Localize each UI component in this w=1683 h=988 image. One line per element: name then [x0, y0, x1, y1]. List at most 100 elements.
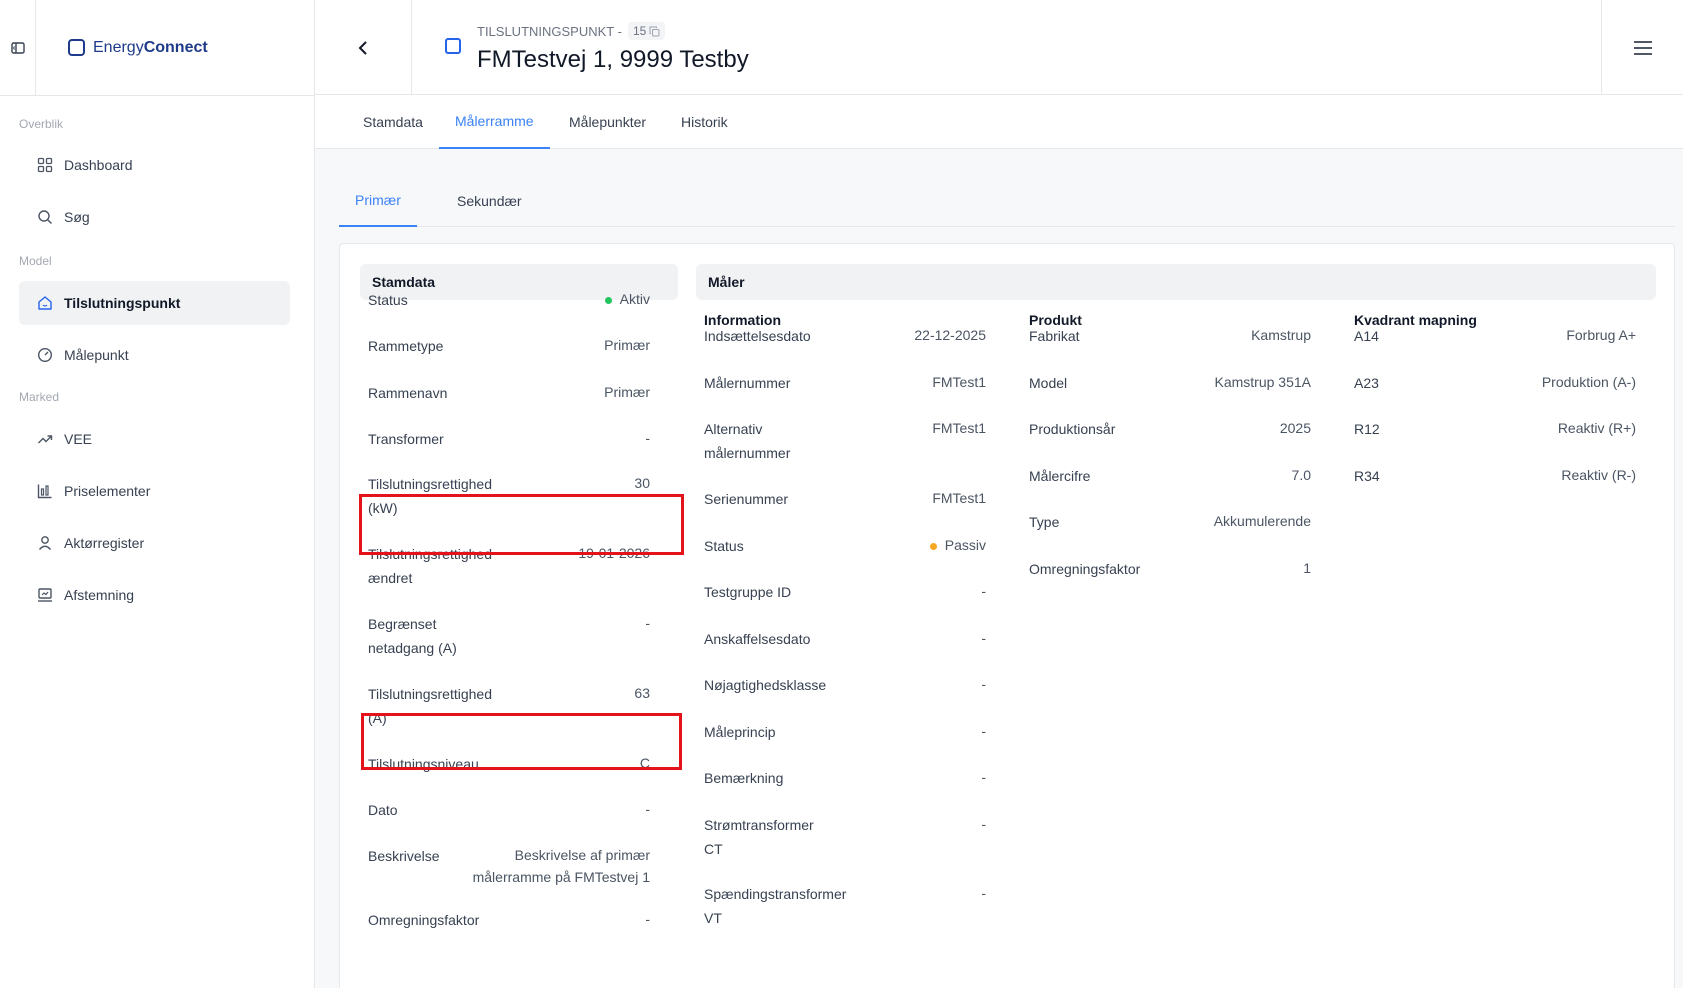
field-label: Produktionsår: [1029, 421, 1116, 437]
field-label: A23: [1354, 375, 1379, 391]
field-row: Strømtransformer CT -: [704, 813, 986, 861]
sidebar-item-maalepunkt[interactable]: Målepunkt: [19, 333, 290, 377]
subtab-primaer[interactable]: Primær: [339, 174, 417, 227]
logo[interactable]: EnergyConnect: [36, 0, 315, 95]
field-row: Dato -: [368, 798, 650, 846]
field-label: Beskrivelse: [368, 848, 440, 864]
field-row: Bemærkning -: [704, 766, 986, 814]
copy-icon: [649, 26, 660, 36]
status-text: Passiv: [944, 537, 986, 553]
field-label: Dato: [368, 802, 398, 818]
reconcile-icon: [36, 586, 54, 604]
field-value: Forbrug A+: [1566, 327, 1636, 343]
field-label: Testgruppe ID: [704, 584, 792, 600]
field-value: Kamstrup 351A: [1214, 374, 1312, 390]
tab-historik[interactable]: Historik: [665, 95, 744, 149]
field-row: Testgruppe ID -: [704, 580, 986, 628]
field-row: Produktionsår 2025: [1029, 417, 1311, 465]
field-row: Rammenavn Primær: [368, 381, 650, 429]
field-value: FMTest1: [932, 374, 986, 390]
field-row: Transformer -: [368, 427, 650, 475]
field-value: Primær: [604, 384, 650, 400]
search-icon: [36, 208, 54, 226]
field-row: R12 Reaktiv (R+): [1354, 417, 1636, 465]
sidebar-item-vee[interactable]: VEE: [19, 417, 290, 461]
field-row: Indsættelsesdato 22-12-2025: [704, 324, 986, 372]
field-value: -: [645, 615, 650, 631]
tab-stamdata[interactable]: Stamdata: [347, 95, 439, 149]
field-value: Aktiv: [604, 288, 650, 310]
sidebar-toggle-button[interactable]: [0, 0, 36, 95]
field-value: -: [981, 676, 986, 692]
field-row: A23 Produktion (A-): [1354, 371, 1636, 419]
field-value: -: [645, 430, 650, 446]
field-row: Model Kamstrup 351A: [1029, 371, 1311, 419]
field-value: Passiv: [929, 534, 986, 556]
field-row: Omregningsfaktor -: [368, 908, 650, 956]
field-value: 2025: [1279, 420, 1311, 436]
field-row: Begrænset netadgang (A) -: [368, 612, 650, 660]
field-label: Målernummer: [704, 375, 791, 391]
field-row: Alternativ målernummer FMTest1: [704, 417, 986, 465]
field-label: Nøjagtighedsklasse: [704, 677, 827, 693]
field-label: Målercifre: [1029, 468, 1091, 484]
field-value: Reaktiv (R-): [1561, 467, 1636, 483]
section-label-marked: Marked: [19, 390, 60, 404]
field-value: -: [981, 723, 986, 739]
field-row: Rammetype Primær: [368, 334, 650, 382]
back-button[interactable]: [315, 0, 412, 95]
field-label: Begrænset netadgang (A): [368, 616, 457, 656]
field-value: -: [645, 911, 650, 927]
sidebar-item-soeg[interactable]: Søg: [19, 195, 290, 239]
subtab-bar: Primær Sekundær: [339, 174, 1675, 227]
field-label: Omregningsfaktor: [1029, 561, 1141, 577]
field-row: Målercifre 7.0: [1029, 464, 1311, 512]
section-label-model: Model: [19, 254, 52, 268]
maalerramme-card: Stamdata Måler Status Aktiv Rammetype Primæ…: [339, 243, 1675, 988]
field-value: Reaktiv (R+): [1557, 420, 1636, 436]
field-label: Serienummer: [704, 491, 789, 507]
field-row: Spændingstransformer VT -: [704, 882, 986, 930]
field-label: Strømtransformer CT: [704, 817, 814, 857]
field-value: -: [981, 885, 986, 901]
field-label: Model: [1029, 375, 1068, 391]
highlight-box-a: [361, 713, 682, 770]
house-icon: [36, 294, 54, 312]
field-row: Målernummer FMTest1: [704, 371, 986, 419]
sidebar-item-aktoerregister[interactable]: Aktørregister: [19, 521, 290, 565]
sidebar-item-dashboard[interactable]: Dashboard: [19, 143, 290, 187]
field-label: R12: [1354, 421, 1380, 437]
subtab-sekundaer[interactable]: Sekundær: [441, 174, 538, 227]
field-row: Status Passiv: [704, 534, 986, 582]
field-value: Produktion (A-): [1541, 374, 1636, 390]
field-value: -: [981, 769, 986, 785]
chevron-left-icon: [358, 40, 367, 55]
field-row: Fabrikat Kamstrup: [1029, 324, 1311, 372]
status-dot: [604, 296, 612, 304]
field-value: -: [981, 583, 986, 599]
section-label-overblik: Overblik: [19, 117, 64, 131]
field-row: Status Aktiv: [368, 288, 650, 336]
sidebar-item-tilslutningspunkt[interactable]: Tilslutningspunkt: [19, 281, 290, 325]
field-row: Beskrivelse Beskrivelse af primær målerra…: [368, 844, 650, 892]
field-row: Anskaffelsesdato -: [704, 627, 986, 675]
copy-id-chip[interactable]: 15: [627, 22, 666, 40]
field-label: Anskaffelsesdato: [704, 631, 811, 647]
menu-button[interactable]: [1601, 0, 1683, 95]
field-value: FMTest1: [932, 420, 986, 436]
field-label: Indsættelsesdato: [704, 328, 811, 344]
field-label: A14: [1354, 328, 1379, 344]
select-checkbox[interactable]: [445, 38, 461, 54]
sidebar-item-priselementer[interactable]: Priselementer: [19, 469, 290, 513]
page-header: TILSLUTNINGSPUNKT - 15 FMTestvej 1, 9999…: [315, 0, 1683, 95]
status-text: Aktiv: [619, 291, 650, 307]
page-title: FMTestvej 1, 9999 Testby: [477, 46, 749, 73]
field-label: Alternativ målernummer: [704, 421, 791, 461]
tab-maalerramme[interactable]: Målerramme: [439, 95, 550, 149]
highlight-box-kw: [359, 494, 684, 555]
field-value: FMTest1: [932, 490, 986, 506]
field-row: A14 Forbrug A+: [1354, 324, 1636, 372]
field-value: Akkumulerende: [1213, 513, 1311, 529]
tab-maalepunkter[interactable]: Målepunkter: [553, 95, 662, 149]
sidebar-item-afstemning[interactable]: Afstemning: [19, 573, 290, 617]
